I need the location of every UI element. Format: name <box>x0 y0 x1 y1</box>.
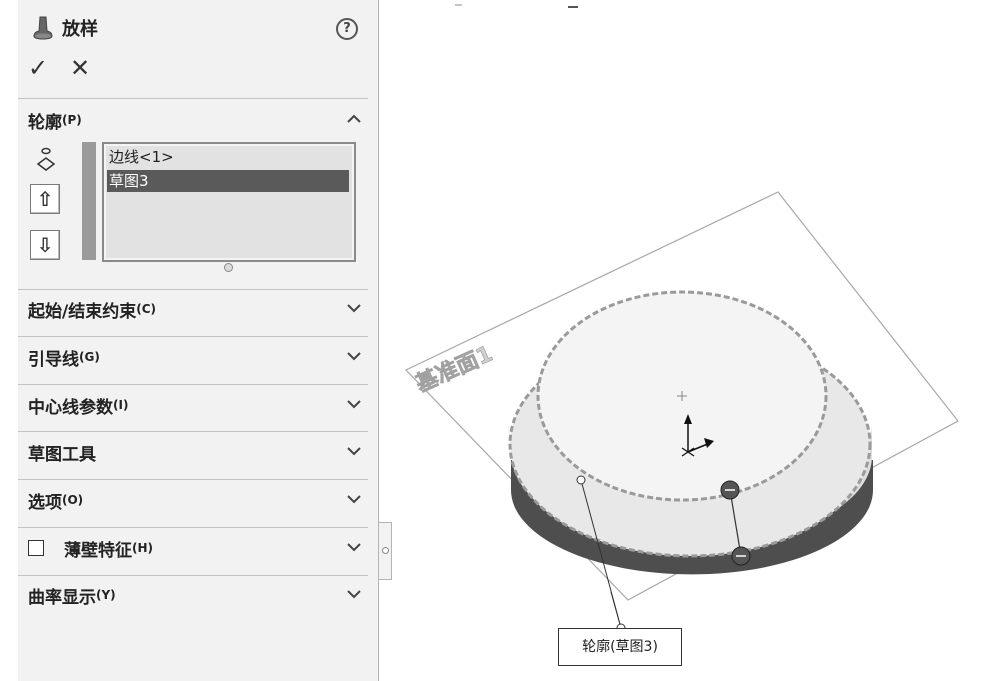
section-code: (H) <box>132 541 154 555</box>
property-manager: 放样 ? ✓ ✕ 轮廓 (P) ⇧ ⇩ 边线<1> 草图3 起始/结束约束 (C) … <box>18 0 379 681</box>
divider <box>18 527 368 528</box>
chevron-down-icon[interactable] <box>344 394 364 414</box>
chevron-down-icon[interactable] <box>344 537 364 557</box>
section-code: (Y) <box>96 588 116 602</box>
panel-collapse-tab[interactable] <box>379 522 392 580</box>
section-label: 曲率显示 <box>28 587 96 608</box>
section-start-end-constraints[interactable]: 起始/结束约束 (C) <box>28 294 368 324</box>
cancel-button[interactable]: ✕ <box>70 54 90 82</box>
divider <box>18 98 368 99</box>
move-down-button[interactable]: ⇩ <box>30 230 60 260</box>
section-centerline-parameters[interactable]: 中心线参数 (I) <box>28 390 368 420</box>
ok-button[interactable]: ✓ <box>28 54 48 82</box>
profiles-list[interactable]: 边线<1> 草图3 <box>102 142 356 262</box>
section-code: (C) <box>136 302 156 316</box>
divider <box>18 336 368 337</box>
section-label: 轮廓 <box>28 112 62 133</box>
callout-anchor <box>576 475 586 485</box>
section-label: 选项 <box>28 492 62 513</box>
resize-handle[interactable] <box>224 263 233 272</box>
plane-label: 基准面1 <box>412 342 496 398</box>
section-profiles[interactable]: 轮廓 (P) <box>28 105 368 135</box>
list-item-selected[interactable]: 草图3 <box>107 170 349 192</box>
collapse-dot-icon <box>382 547 389 554</box>
section-sketch-tools[interactable]: 草图工具 <box>28 437 368 467</box>
section-label: 薄壁特征 <box>64 540 132 561</box>
loft-icon <box>33 16 53 40</box>
section-label: 引导线 <box>28 349 79 370</box>
divider <box>18 575 368 576</box>
section-code: (O) <box>62 493 84 507</box>
thin-feature-checkbox[interactable] <box>28 540 44 556</box>
divider <box>18 384 368 385</box>
section-code: (I) <box>113 398 129 412</box>
list-item[interactable]: 边线<1> <box>107 146 349 168</box>
section-label: 中心线参数 <box>28 397 113 418</box>
profile-callout[interactable]: 轮廓(草图3) <box>558 628 682 666</box>
divider <box>18 289 368 290</box>
divider <box>18 479 368 480</box>
section-label: 起始/结束约束 <box>28 301 137 322</box>
profile-icon <box>36 147 56 171</box>
chevron-down-icon[interactable] <box>344 298 364 318</box>
chevron-down-icon[interactable] <box>344 489 364 509</box>
graphics-viewport[interactable]: 基准面1 <box>392 0 1000 681</box>
section-options[interactable]: 选项 (O) <box>28 485 368 515</box>
divider <box>18 431 368 432</box>
header: 放样 <box>32 14 98 42</box>
chevron-up-icon[interactable] <box>344 109 364 129</box>
move-up-button[interactable]: ⇧ <box>30 184 60 214</box>
chevron-down-icon[interactable] <box>344 441 364 461</box>
list-color-bar <box>82 142 96 260</box>
chevron-down-icon[interactable] <box>344 584 364 604</box>
section-guide-curves[interactable]: 引导线 (G) <box>28 342 368 372</box>
section-code: (P) <box>62 113 82 127</box>
section-thin-feature[interactable]: 薄壁特征 (H) <box>28 533 368 563</box>
page-title: 放样 <box>62 19 98 40</box>
help-button[interactable]: ? <box>336 18 358 40</box>
section-code: (G) <box>79 350 100 364</box>
section-curvature-display[interactable]: 曲率显示 (Y) <box>28 580 368 610</box>
chevron-down-icon[interactable] <box>344 346 364 366</box>
callout-leader <box>610 591 622 629</box>
section-label: 草图工具 <box>28 444 96 465</box>
